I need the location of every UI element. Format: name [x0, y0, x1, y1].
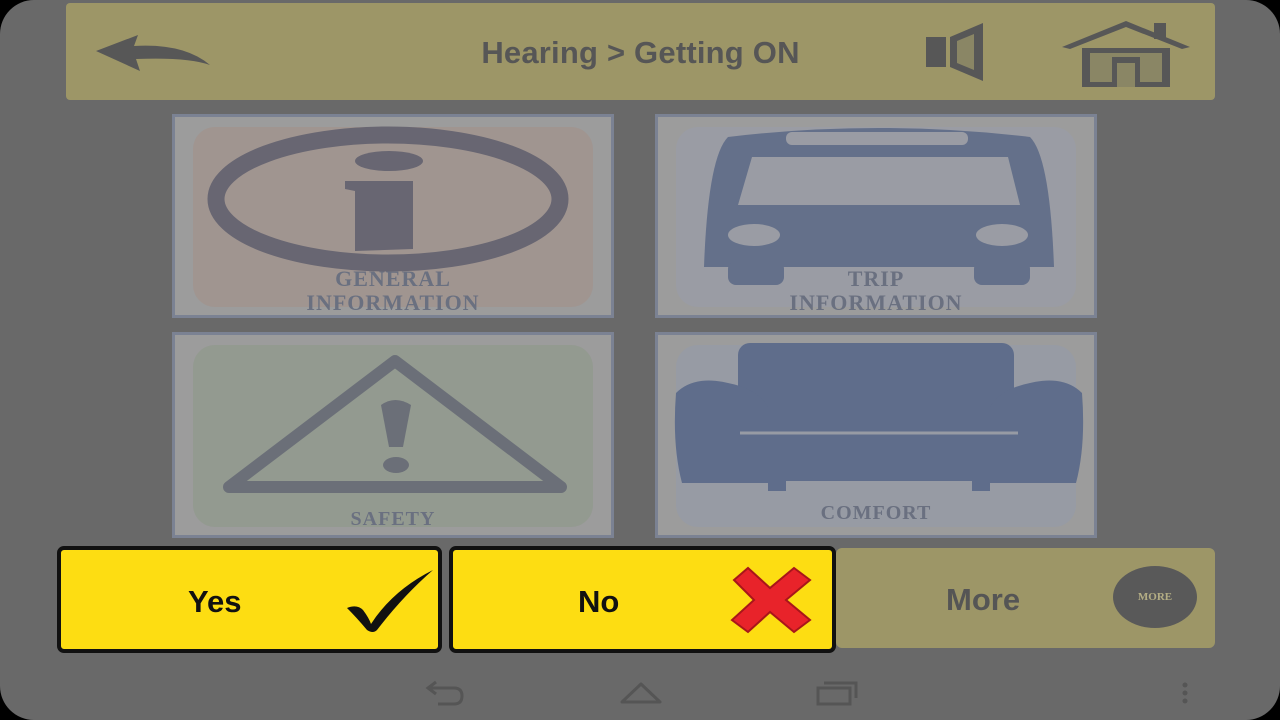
tile-label-line1: GENERAL	[335, 266, 451, 291]
tile-comfort[interactable]: COMFORT	[655, 332, 1097, 538]
header-bar: Hearing > Getting ON	[66, 3, 1215, 100]
nav-back-icon	[425, 680, 464, 706]
more-badge-icon: MORE	[1113, 566, 1197, 628]
checkmark-icon	[347, 570, 433, 632]
tile-label-line2: INFORMATION	[789, 290, 963, 315]
tile-label-line1: TRIP	[847, 266, 905, 291]
home-icon	[1062, 21, 1190, 87]
speaker-button[interactable]	[921, 21, 993, 85]
home-button[interactable]	[1060, 17, 1192, 89]
app-screen: Hearing > Getting ON GENERAL INFORMATION…	[0, 0, 1280, 720]
nav-back-button[interactable]	[424, 676, 466, 715]
yes-label: Yes	[188, 584, 242, 619]
speaker-icon	[926, 23, 983, 81]
tile-label: COMFORT	[820, 502, 932, 524]
nav-recents-icon	[816, 681, 858, 706]
tile-trip-information[interactable]: TRIP INFORMATION	[655, 114, 1097, 318]
no-button[interactable]: No	[449, 546, 836, 653]
nav-home-icon	[620, 682, 662, 704]
tile-label-line2: INFORMATION	[306, 290, 480, 315]
more-button[interactable]: More MORE	[836, 548, 1215, 648]
yes-button[interactable]: Yes	[57, 546, 442, 653]
tile-general-information[interactable]: GENERAL INFORMATION	[172, 114, 614, 318]
nav-home-button[interactable]	[618, 676, 664, 715]
nav-recents-button[interactable]	[814, 676, 860, 715]
more-label: More	[946, 582, 1021, 617]
nav-menu-button[interactable]	[1178, 676, 1192, 715]
tile-label: SAFETY	[350, 508, 436, 530]
tile-safety[interactable]: SAFETY	[172, 332, 614, 538]
no-label: No	[578, 584, 620, 619]
nav-menu-icon	[1182, 682, 1188, 704]
red-x-icon	[730, 566, 812, 634]
page-title: Hearing > Getting ON	[481, 35, 800, 70]
